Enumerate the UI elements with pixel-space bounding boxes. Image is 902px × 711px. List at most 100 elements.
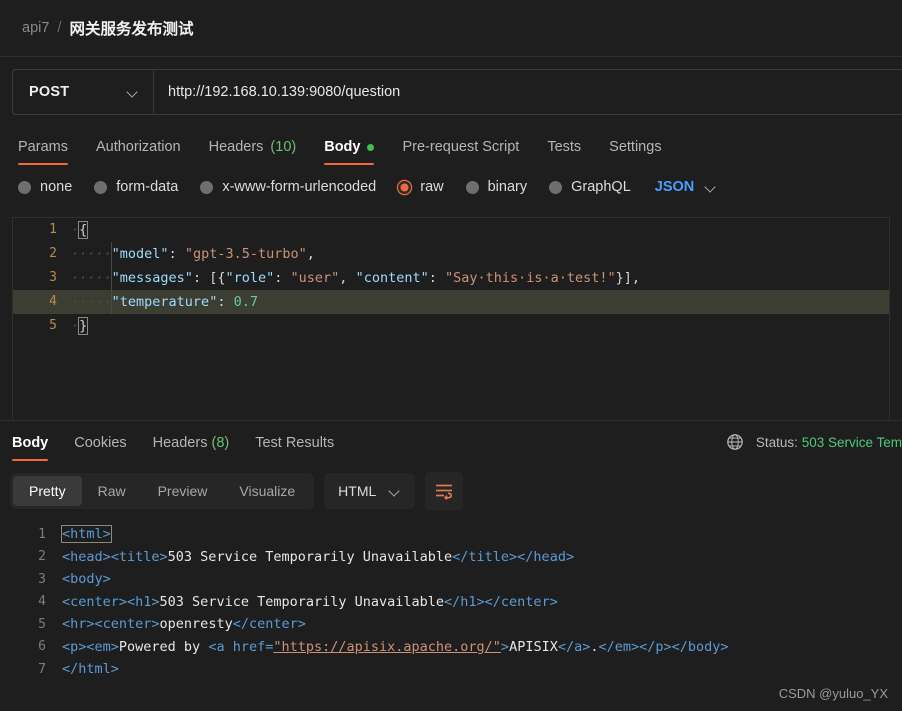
tab-label: Test Results bbox=[255, 435, 335, 451]
code-text: ·····"messages": [{"role": "user", "cont… bbox=[71, 270, 641, 286]
globe-icon bbox=[727, 434, 743, 450]
http-method-select[interactable]: POST bbox=[13, 70, 154, 114]
radio-label: x-www-form-urlencoded bbox=[222, 179, 377, 195]
watermark: CSDN @yuluo_YX bbox=[778, 686, 888, 701]
line-number: 6 bbox=[38, 639, 46, 655]
response-format-select[interactable]: HTML bbox=[324, 473, 416, 509]
response-code-text: <center><h1>503 Service Temporarily Unav… bbox=[62, 593, 558, 610]
code-text: ·{ bbox=[71, 221, 89, 239]
line-number: 3 bbox=[38, 571, 46, 587]
tab-params[interactable]: Params bbox=[18, 139, 82, 165]
response-line: 7 </html> bbox=[0, 658, 902, 681]
raw-format-label: JSON bbox=[654, 179, 695, 195]
view-mode-preview[interactable]: Preview bbox=[142, 476, 224, 506]
response-link-url[interactable]: "https://apisix.apache.org/" bbox=[273, 639, 501, 655]
tab-headers[interactable]: Headers (10) bbox=[195, 139, 311, 165]
request-url-bar: POST http://192.168.10.139:9080/question bbox=[12, 69, 902, 115]
code-text: ·} bbox=[71, 317, 89, 335]
response-tab-headers[interactable]: Headers (8) bbox=[140, 423, 243, 463]
response-line: 6 <p><em>Powered by <a href="https://api… bbox=[0, 636, 902, 659]
tab-label: Body bbox=[324, 139, 361, 155]
response-body[interactable]: 1 <html> 2 <head><title>503 Service Temp… bbox=[0, 515, 902, 711]
radio-form-data[interactable]: form-data bbox=[94, 179, 178, 195]
response-code-text: <body> bbox=[62, 571, 111, 588]
request-tabs: Params Authorization Headers (10) Body P… bbox=[0, 123, 902, 165]
response-toolbar: Pretty Raw Preview Visualize HTML bbox=[0, 467, 902, 515]
line-number: 2 bbox=[38, 549, 46, 565]
line-number: 2 bbox=[49, 246, 57, 261]
radio-label: raw bbox=[420, 179, 444, 195]
line-number: 4 bbox=[49, 294, 57, 309]
tab-label: Params bbox=[18, 139, 68, 155]
radio-x-www-form-urlencoded[interactable]: x-www-form-urlencoded bbox=[200, 179, 376, 195]
view-mode-visualize[interactable]: Visualize bbox=[223, 476, 311, 506]
code-text: ·····"temperature": 0.7 bbox=[71, 294, 258, 310]
request-body-editor[interactable]: 1 ·{ 2 ·····"model": "gpt-3.5-turbo", 3 … bbox=[12, 217, 890, 420]
tab-authorization[interactable]: Authorization bbox=[82, 139, 195, 165]
view-mode-pretty[interactable]: Pretty bbox=[13, 476, 82, 506]
response-tab-cookies[interactable]: Cookies bbox=[61, 423, 139, 463]
status-prefix: Status: bbox=[755, 434, 798, 450]
response-code-text: </html> bbox=[62, 661, 119, 678]
radio-raw[interactable]: raw bbox=[398, 179, 444, 195]
view-mode-raw[interactable]: Raw bbox=[82, 476, 142, 506]
response-view-mode-group: Pretty Raw Preview Visualize bbox=[10, 473, 315, 509]
raw-format-select[interactable]: JSON bbox=[655, 179, 718, 195]
response-tab-body[interactable]: Body bbox=[12, 423, 61, 463]
breadcrumb-bar: api7 / 网关服务发布测试 bbox=[0, 0, 902, 57]
tab-count: (8) bbox=[211, 435, 230, 451]
response-format-label: HTML bbox=[338, 483, 377, 499]
radio-icon bbox=[549, 180, 563, 194]
tab-pre-request-script[interactable]: Pre-request Script bbox=[388, 139, 533, 165]
radio-binary[interactable]: binary bbox=[465, 179, 528, 195]
response-code-text: <html> bbox=[61, 525, 112, 544]
url-input[interactable]: http://192.168.10.139:9080/question bbox=[154, 70, 902, 114]
response-code-text: <hr><center>openresty</center> bbox=[62, 616, 306, 633]
breadcrumb-root[interactable]: api7 bbox=[22, 20, 49, 36]
line-number: 1 bbox=[38, 526, 46, 542]
breadcrumb-separator: / bbox=[57, 20, 62, 36]
chevron-down-icon bbox=[128, 87, 139, 98]
response-tabs: Body Cookies Headers (8) Test Results St… bbox=[0, 421, 902, 465]
radio-graphql[interactable]: GraphQL bbox=[549, 179, 631, 195]
radio-label: none bbox=[40, 179, 73, 195]
radio-icon bbox=[94, 180, 108, 194]
radio-label: GraphQL bbox=[571, 179, 631, 195]
status-label: Status: 503 Service Tem bbox=[756, 435, 902, 450]
code-line: 2 ·····"model": "gpt-3.5-turbo", bbox=[13, 242, 889, 266]
http-method-label: POST bbox=[29, 84, 70, 100]
response-code-text: <head><title>503 Service Temporarily Una… bbox=[62, 548, 575, 565]
radio-none[interactable]: none bbox=[18, 179, 72, 195]
code-text: ·····"model": "gpt-3.5-turbo", bbox=[71, 246, 315, 262]
radio-icon bbox=[465, 180, 479, 194]
word-wrap-icon bbox=[436, 484, 453, 500]
radio-icon bbox=[18, 180, 31, 194]
api-client-window: api7 / 网关服务发布测试 POST http://192.168.10.1… bbox=[0, 0, 902, 711]
tab-label: Settings bbox=[609, 139, 662, 155]
word-wrap-button[interactable] bbox=[425, 472, 464, 510]
line-number: 3 bbox=[49, 270, 57, 285]
response-code-text: <p><em>Powered by <a href="https://apisi… bbox=[62, 638, 729, 655]
tab-label: Authorization bbox=[95, 139, 181, 155]
tab-settings[interactable]: Settings bbox=[595, 139, 675, 165]
radio-label: binary bbox=[487, 179, 528, 195]
request-url-row: POST http://192.168.10.139:9080/question bbox=[0, 57, 902, 115]
tab-label: Body bbox=[12, 435, 49, 451]
response-line: 2 <head><title>503 Service Temporarily U… bbox=[0, 546, 902, 569]
radio-icon-selected bbox=[398, 180, 412, 194]
tab-body[interactable]: Body bbox=[310, 139, 388, 165]
tab-label: Cookies bbox=[74, 435, 127, 451]
chevron-down-icon bbox=[706, 182, 717, 193]
code-line: 5 ·} bbox=[13, 314, 889, 338]
tab-label: Tests bbox=[547, 139, 582, 155]
response-tab-test-results[interactable]: Test Results bbox=[242, 423, 347, 463]
tab-label: Headers bbox=[208, 139, 264, 155]
tab-tests[interactable]: Tests bbox=[533, 139, 595, 165]
tab-label: Headers bbox=[152, 435, 208, 451]
radio-icon bbox=[200, 180, 214, 194]
chevron-down-icon bbox=[390, 486, 401, 497]
code-line: 3 ·····"messages": [{"role": "user", "co… bbox=[13, 266, 889, 290]
line-number: 4 bbox=[38, 594, 46, 610]
response-line: 4 <center><h1>503 Service Temporarily Un… bbox=[0, 591, 902, 614]
body-type-radio-group: none form-data x-www-form-urlencoded raw… bbox=[0, 167, 902, 207]
